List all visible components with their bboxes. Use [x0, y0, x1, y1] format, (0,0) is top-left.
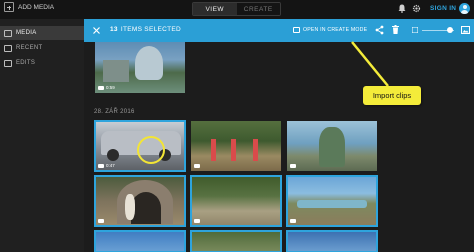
tab-create[interactable]: CREATE [236, 3, 280, 15]
media-thumbnail[interactable] [94, 230, 186, 252]
media-thumbnail[interactable] [190, 230, 282, 252]
thumbnail-small-icon[interactable] [412, 27, 418, 33]
add-media-button[interactable]: ADD MEDIA [4, 2, 54, 12]
sign-in-link[interactable]: SIGN IN [430, 5, 456, 12]
sidebar-item-edits[interactable]: EDITS [0, 56, 84, 70]
sidebar-item-recent[interactable]: RECENT [0, 41, 84, 55]
selection-count: 13 ITEMS SELECTED [110, 26, 181, 33]
edits-icon [4, 59, 12, 67]
thumbnail-large-icon[interactable] [461, 26, 470, 34]
media-thumbnail[interactable] [191, 121, 281, 171]
sidebar-item-label: RECENT [16, 45, 43, 51]
duration-badge: 0:47 [98, 163, 115, 168]
sidebar-item-label: EDITS [16, 60, 36, 66]
open-in-create-mode-button[interactable]: OPEN IN CREATE MODE [293, 27, 367, 33]
media-type-badge [98, 219, 104, 223]
video-icon [290, 219, 296, 223]
add-media-label: ADD MEDIA [18, 3, 55, 11]
sidebar-item-label: MEDIA [16, 30, 37, 36]
media-type-badge [194, 219, 200, 223]
duration-text: 0:59 [106, 85, 115, 90]
media-type-badge [290, 164, 296, 168]
view-create-toggle: VIEW CREATE [192, 2, 281, 16]
recent-icon [4, 44, 12, 52]
import-clips-callout: Import clips [363, 86, 421, 105]
media-thumbnail[interactable] [190, 175, 282, 227]
bell-icon[interactable] [398, 4, 406, 13]
media-thumbnail[interactable] [287, 121, 377, 171]
close-icon[interactable] [93, 27, 100, 34]
create-mode-icon [293, 27, 300, 33]
media-thumbnail[interactable] [94, 175, 186, 227]
selection-highlight-circle [137, 136, 165, 164]
media-thumbnail[interactable] [286, 175, 378, 227]
share-icon[interactable] [375, 25, 384, 35]
sidebar: MEDIA RECENT EDITS [0, 19, 84, 252]
media-icon [4, 29, 12, 37]
trash-icon[interactable] [392, 25, 399, 34]
selected-label: ITEMS SELECTED [120, 26, 182, 33]
media-type-badge [290, 219, 296, 223]
date-header: 28. ZÁŘ 2016 [94, 109, 135, 115]
media-thumbnail[interactable]: 0:59 [95, 42, 185, 93]
media-thumbnail[interactable] [286, 230, 378, 252]
top-bar: ADD MEDIA VIEW CREATE SIGN IN [0, 0, 474, 19]
video-icon [194, 164, 200, 168]
duration-text: 0:47 [106, 163, 115, 168]
tab-view[interactable]: VIEW [193, 3, 237, 15]
video-icon [98, 219, 104, 223]
user-icon[interactable] [459, 3, 470, 14]
open-create-label: OPEN IN CREATE MODE [303, 27, 368, 33]
slider-handle[interactable] [447, 27, 453, 33]
video-icon [98, 163, 104, 168]
video-icon [98, 85, 104, 90]
plus-icon [4, 2, 14, 12]
selection-bar: 13 ITEMS SELECTED OPEN IN CREATE MODE [84, 19, 474, 42]
gear-icon[interactable] [412, 4, 421, 13]
media-type-badge [194, 164, 200, 168]
selected-number: 13 [110, 26, 118, 33]
video-icon [194, 219, 200, 223]
video-icon [290, 164, 296, 168]
sidebar-item-media[interactable]: MEDIA [0, 26, 84, 40]
duration-badge: 0:59 [98, 85, 115, 90]
